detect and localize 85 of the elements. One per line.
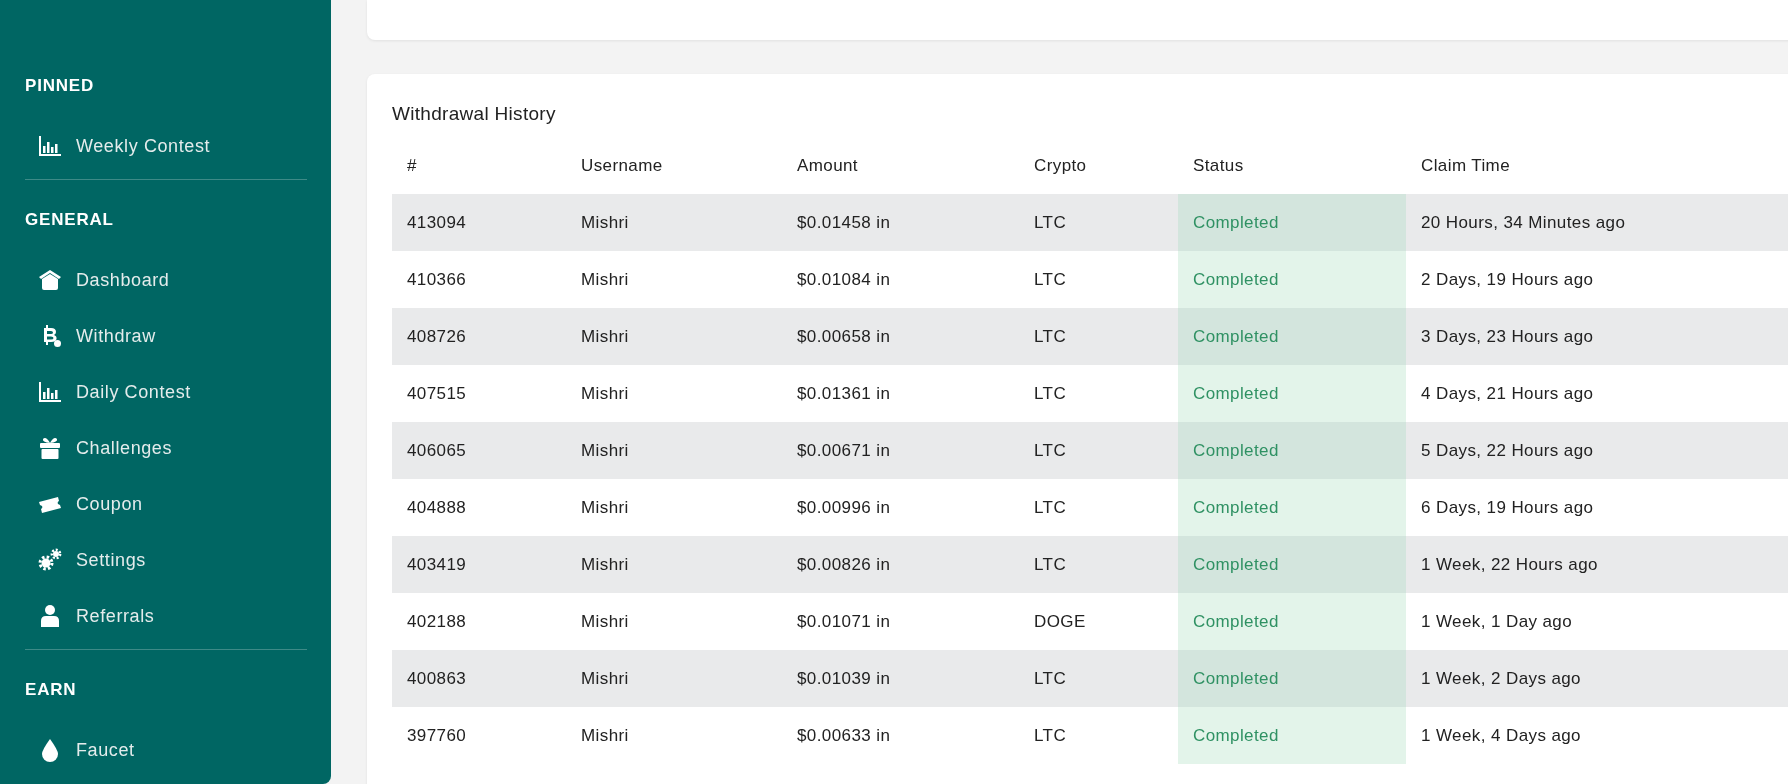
table-cell: $0.01071 in [782,593,1019,650]
table-cell: $0.01084 in [782,251,1019,308]
section-heading: PINNED [25,76,96,97]
table-cell: $0.00658 in [782,308,1019,365]
table-cell: Mishri [566,650,782,707]
table-cell: 1 Week, 1 Day ago [1406,593,1788,650]
sidebar-item[interactable]: Weekly Contest [25,118,307,174]
settings-icon [38,548,62,572]
table-cell: Mishri [566,422,782,479]
table-cell: 400863 [392,650,566,707]
table-cell: $0.01039 in [782,650,1019,707]
section-heading: EARN [25,680,78,701]
home-icon [38,268,62,292]
table-cell: 5 Days, 22 Hours ago [1406,422,1788,479]
sidebar-item[interactable]: Daily Contest [25,364,307,420]
status-cell: Completed [1178,707,1406,764]
status-cell: Completed [1178,365,1406,422]
user-icon [38,604,62,628]
table-cell: 402188 [392,593,566,650]
sidebar-item[interactable]: Challenges [25,420,307,476]
table-cell: 408726 [392,308,566,365]
section-heading: GENERAL [25,210,115,231]
column-header: Crypto [1019,137,1178,194]
table-cell: 413094 [392,194,566,251]
sidebar-item[interactable]: Coupon [25,476,307,532]
table-cell: 1 Week, 22 Hours ago [1406,536,1788,593]
sidebar-item[interactable]: Faucet [25,722,307,778]
sidebar-item[interactable]: Withdraw [25,308,307,364]
bar-chart-icon [38,134,62,158]
table-cell: 407515 [392,365,566,422]
gift-icon [38,436,62,460]
status-cell: Completed [1178,479,1406,536]
status-cell: Completed [1178,650,1406,707]
table-cell: 397760 [392,707,566,764]
table-cell: 410366 [392,251,566,308]
table-cell: DOGE [1019,593,1178,650]
table-cell: 2 Days, 19 Hours ago [1406,251,1788,308]
table-cell: 20 Hours, 34 Minutes ago [1406,194,1788,251]
sidebar-item[interactable]: Referrals [25,588,307,644]
table-cell: LTC [1019,707,1178,764]
table-cell: Mishri [566,593,782,650]
table-cell: Mishri [566,251,782,308]
table-cell: LTC [1019,422,1178,479]
table-cell: Mishri [566,308,782,365]
table-cell: LTC [1019,308,1178,365]
table-cell: 406065 [392,422,566,479]
table-cell: $0.01361 in [782,365,1019,422]
table-cell: LTC [1019,650,1178,707]
table-cell: LTC [1019,251,1178,308]
table-cell: $0.01458 in [782,194,1019,251]
card-title: Withdrawal History [392,103,557,125]
column-header: Status [1178,137,1406,194]
column-header: Amount [782,137,1019,194]
table-cell: 1 Week, 2 Days ago [1406,650,1788,707]
table-cell: 3 Days, 23 Hours ago [1406,308,1788,365]
table-cell: $0.00671 in [782,422,1019,479]
sidebar-item[interactable]: Dashboard [25,252,307,308]
table-cell: Mishri [566,707,782,764]
status-cell: Completed [1178,536,1406,593]
table-cell: $0.00996 in [782,479,1019,536]
table-cell: $0.00826 in [782,536,1019,593]
table-cell: LTC [1019,365,1178,422]
status-cell: Completed [1178,251,1406,308]
table-cell: 6 Days, 19 Hours ago [1406,479,1788,536]
column-header: # [392,137,566,194]
table-cell: LTC [1019,194,1178,251]
table-cell: LTC [1019,536,1178,593]
bar-chart-icon [38,380,62,404]
sidebar-item[interactable]: Settings [25,532,307,588]
table-cell: 1 Week, 4 Days ago [1406,707,1788,764]
column-header: Username [566,137,782,194]
status-cell: Completed [1178,194,1406,251]
status-cell: Completed [1178,422,1406,479]
table-cell: LTC [1019,479,1178,536]
table-cell: 4 Days, 21 Hours ago [1406,365,1788,422]
status-cell: Completed [1178,593,1406,650]
status-cell: Completed [1178,308,1406,365]
table-cell: 404888 [392,479,566,536]
column-header: Claim Time [1406,137,1788,194]
table-cell: Mishri [566,365,782,422]
table-cell: Mishri [566,479,782,536]
table-cell: $0.00633 in [782,707,1019,764]
table-cell: Mishri [566,536,782,593]
table-cell: 403419 [392,536,566,593]
table-cell: Mishri [566,194,782,251]
